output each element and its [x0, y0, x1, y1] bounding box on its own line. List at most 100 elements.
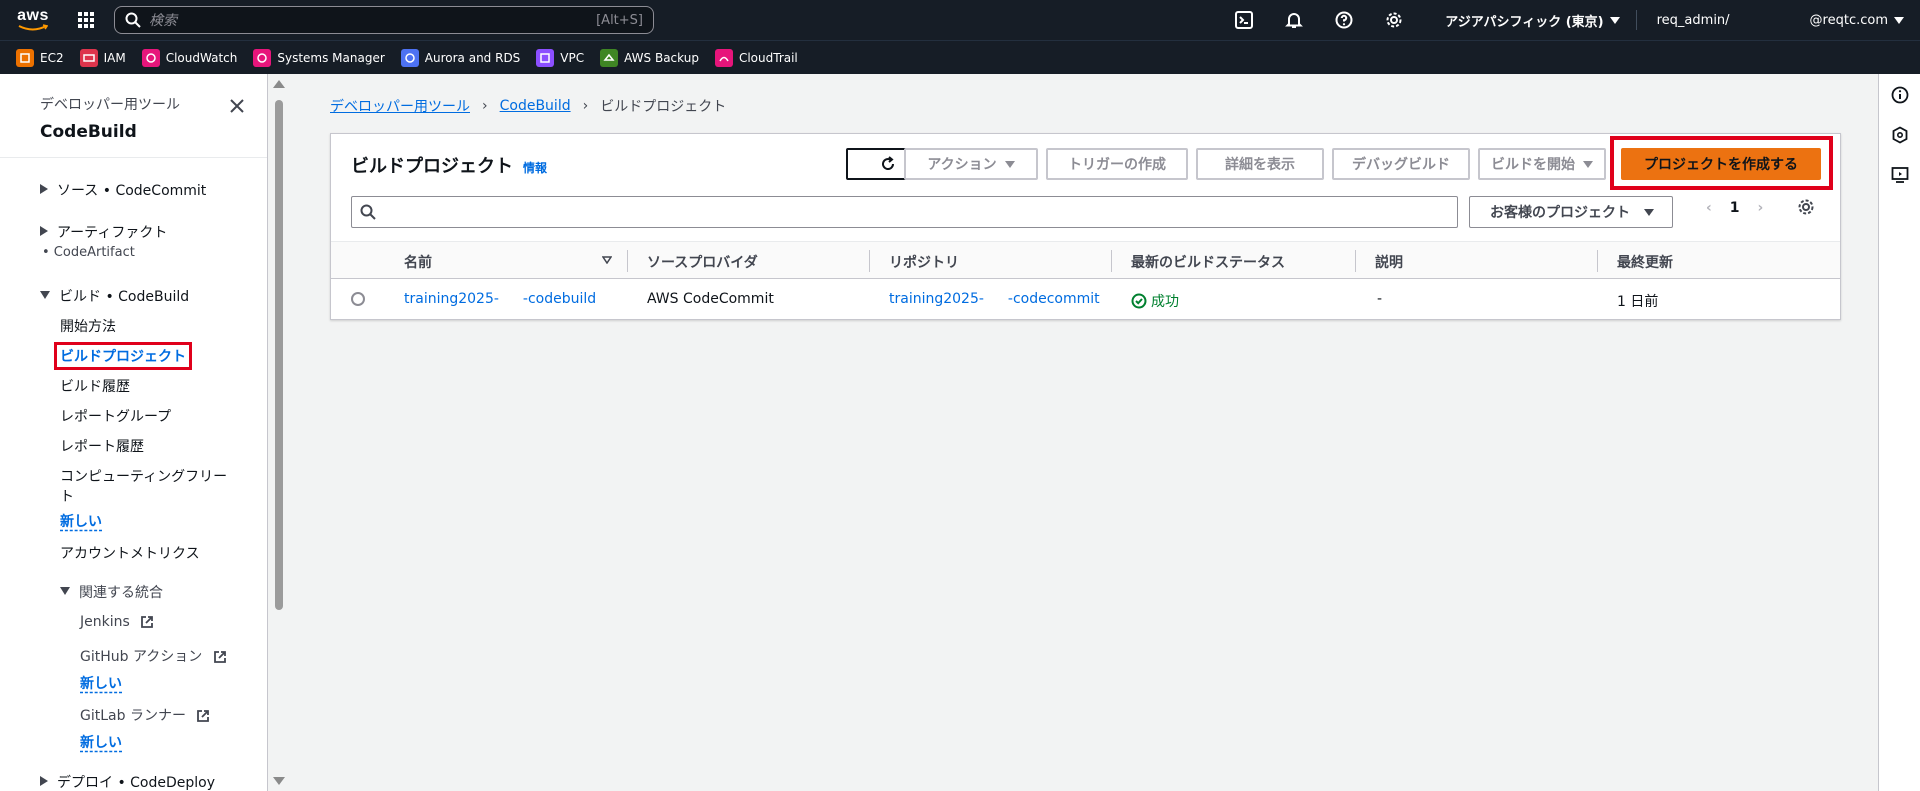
scroll-thumb[interactable]: [275, 100, 283, 610]
column-header-name[interactable]: 名前: [404, 252, 432, 272]
account-menu[interactable]: req_admin/ @reqtc.com: [1657, 13, 1904, 28]
sidenav-item-gitlab-runner[interactable]: GitLab ランナー: [80, 705, 210, 725]
favorite-cloudtrail[interactable]: CloudTrail: [714, 48, 798, 67]
favorite-label: Systems Manager: [277, 50, 385, 65]
start-build-label: ビルドを開始: [1491, 157, 1575, 173]
scroll-down-icon[interactable]: [273, 777, 285, 785]
notifications-bell-icon[interactable]: [1269, 0, 1319, 40]
column-header-build-status[interactable]: 最新のビルドステータス: [1131, 252, 1285, 272]
region-selector[interactable]: アジアパシフィック (東京): [1429, 10, 1637, 30]
repository-link[interactable]: training2025- -codecommit: [889, 291, 1100, 307]
favorite-cloudwatch[interactable]: CloudWatch: [141, 48, 237, 67]
page-number[interactable]: 1: [1730, 200, 1740, 216]
actions-dropdown[interactable]: アクション: [904, 148, 1038, 180]
breadcrumb-developer-tools[interactable]: デベロッパー用ツール: [330, 96, 470, 116]
page-title: ビルドプロジェクト: [351, 156, 513, 177]
search-placeholder: 検索: [149, 13, 177, 29]
start-build-dropdown[interactable]: ビルドを開始: [1478, 148, 1606, 180]
table-settings-gear-icon[interactable]: [1797, 198, 1815, 220]
favorite-ec2[interactable]: EC2: [16, 48, 64, 67]
backup-icon: [600, 48, 619, 67]
table-row[interactable]: training2025- -codebuild AWS CodeCommit t…: [331, 279, 1840, 319]
scroll-up-icon[interactable]: [273, 80, 285, 88]
tutorial-panel-icon[interactable]: [1891, 166, 1909, 188]
search-shortcut: [Alt+S]: [596, 12, 643, 28]
sidenav-item-jenkins[interactable]: Jenkins: [80, 614, 154, 630]
column-divider[interactable]: [1597, 250, 1598, 272]
right-utility-rail: [1878, 74, 1920, 791]
sidenav-item-build-projects[interactable]: ビルドプロジェクト: [54, 342, 192, 370]
sidenav-item-build-history[interactable]: ビルド履歴: [60, 376, 130, 396]
favorite-iam[interactable]: IAM: [79, 48, 126, 67]
project-name-link[interactable]: training2025- -codebuild: [404, 291, 596, 307]
create-project-button[interactable]: プロジェクトを作成する: [1621, 148, 1821, 180]
column-header-source-provider[interactable]: ソースプロバイダ: [647, 252, 758, 272]
compute-fleet-label-2: ト: [60, 489, 74, 505]
column-divider[interactable]: [627, 250, 628, 272]
aws-logo[interactable]: aws: [8, 0, 58, 40]
debug-build-button[interactable]: デバッグビルド: [1332, 148, 1470, 180]
sidenav-section-related[interactable]: 関連する統合: [60, 582, 163, 602]
sidenav-item-getting-started[interactable]: 開始方法: [60, 316, 116, 336]
jenkins-label: Jenkins: [80, 614, 130, 630]
sidenav-section-source[interactable]: ソース • CodeCommit: [40, 180, 206, 200]
help-icon[interactable]: [1319, 0, 1369, 40]
build-projects-panel: ビルドプロジェクト 情報 アクション トリガーの作成 詳細を表示 デバッグビルド…: [330, 133, 1841, 320]
favorite-vpc[interactable]: VPC: [536, 48, 584, 67]
settings-gear-icon[interactable]: [1369, 0, 1419, 40]
sidenav-title[interactable]: CodeBuild: [40, 122, 267, 142]
sidenav-section-build[interactable]: ビルド • CodeBuild: [40, 286, 189, 306]
column-header-description[interactable]: 説明: [1375, 252, 1403, 272]
new-badge: 新しい: [80, 676, 122, 692]
iam-icon: [79, 48, 98, 67]
project-filter-input[interactable]: [351, 196, 1458, 228]
account-name: req_admin/: [1656, 12, 1730, 28]
favorite-aws-backup[interactable]: AWS Backup: [600, 48, 699, 67]
prev-page-icon[interactable]: ‹: [1706, 200, 1712, 216]
panel-header: ビルドプロジェクト 情報: [351, 152, 547, 178]
refresh-icon: [882, 156, 895, 170]
column-divider[interactable]: [869, 250, 870, 272]
rds-icon: [400, 48, 419, 67]
breadcrumb-codebuild[interactable]: CodeBuild: [500, 98, 571, 114]
cube-icon[interactable]: [1891, 126, 1909, 148]
sidenav-item-report-history[interactable]: レポート履歴: [60, 436, 144, 456]
table-header: 名前 ソースプロバイダ リポジトリ 最新のビルドステータス 説明 最終更新: [331, 241, 1840, 279]
row-select-radio[interactable]: [351, 292, 365, 306]
section-label: アーティファクト: [57, 225, 168, 241]
close-icon[interactable]: [229, 98, 245, 118]
sidenav-artifacts-sub: • CodeArtifact: [42, 245, 135, 260]
sidenav-item-github-actions[interactable]: GitHub アクション: [80, 646, 227, 666]
caret-down-icon: [40, 291, 50, 299]
project-scope-select[interactable]: お客様のプロジェクト: [1469, 196, 1673, 228]
sidenav-item-report-groups[interactable]: レポートグループ: [60, 406, 171, 426]
column-header-last-modified[interactable]: 最終更新: [1617, 252, 1673, 272]
info-icon[interactable]: [1891, 86, 1909, 108]
create-trigger-button[interactable]: トリガーの作成: [1046, 148, 1188, 180]
sort-descending-icon[interactable]: [602, 256, 612, 264]
info-link[interactable]: 情報: [523, 159, 547, 176]
favorite-aurora-rds[interactable]: Aurora and RDS: [400, 48, 520, 67]
chevron-down-icon: [1583, 160, 1593, 168]
sidenav-scrollbar[interactable]: [271, 74, 287, 791]
systems-manager-icon: [253, 48, 272, 67]
sidenav-item-compute-fleet[interactable]: コンピューティングフリー ト: [60, 466, 227, 506]
sidenav-section-deploy[interactable]: デプロイ • CodeDeploy: [40, 772, 215, 791]
sidenav-item-account-metrics[interactable]: アカウントメトリクス: [60, 543, 200, 563]
column-header-repository[interactable]: リポジトリ: [889, 252, 959, 272]
vpc-icon: [536, 48, 555, 67]
column-divider[interactable]: [1355, 250, 1356, 272]
global-search-input[interactable]: 検索 [Alt+S]: [114, 6, 654, 34]
caret-right-icon: [40, 226, 48, 236]
repo-name-part: training2025-: [889, 291, 984, 307]
favorite-systems-manager[interactable]: Systems Manager: [253, 48, 385, 67]
cloudshell-icon[interactable]: [1219, 0, 1269, 40]
project-scope-value: お客様のプロジェクト: [1490, 205, 1630, 221]
view-details-button[interactable]: 詳細を表示: [1196, 148, 1324, 180]
top-navigation: aws 検索 [Alt+S] アジアパシフィック (東京) req_admin/…: [0, 0, 1920, 40]
sidenav-section-artifacts[interactable]: アーティファクト: [40, 222, 167, 242]
column-divider[interactable]: [1111, 250, 1112, 272]
next-page-icon[interactable]: ›: [1758, 200, 1764, 216]
services-menu-icon[interactable]: [66, 0, 106, 40]
breadcrumb-current: ビルドプロジェクト: [600, 99, 727, 115]
